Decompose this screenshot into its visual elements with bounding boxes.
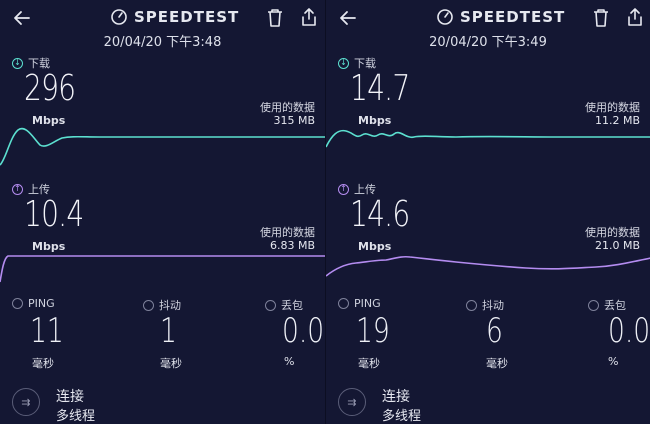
jitter-value: 1 <box>160 311 177 351</box>
test-timestamp: 20/04/20 下午3:49 <box>429 35 547 50</box>
download-arrow-icon: ↓ <box>12 57 23 69</box>
upload-arrow-icon: ↑ <box>338 183 349 195</box>
download-speed: 14.7 <box>350 68 410 109</box>
brand: SPEEDTEST <box>436 6 565 28</box>
upload-speed: 10.4 <box>24 194 84 235</box>
back-arrow-icon[interactable] <box>338 8 358 28</box>
upload-speed: 14.6 <box>350 194 410 235</box>
back-arrow-icon[interactable] <box>12 8 32 28</box>
ping-value: 19 <box>356 311 390 351</box>
connection-title: 连接 <box>56 389 84 405</box>
test-timestamp: 20/04/20 下午3:48 <box>103 35 222 50</box>
download-arrow-icon: ↓ <box>338 57 349 69</box>
share-icon[interactable] <box>300 7 318 27</box>
connection-title: 连接 <box>382 389 410 405</box>
connection-mode: 多线程 <box>382 409 422 424</box>
brand-name: SPEEDTEST <box>460 8 566 26</box>
upload-graph <box>0 255 325 283</box>
loss-value: 0.0 <box>608 311 650 351</box>
jitter-icon <box>466 299 477 311</box>
ping-label: PING <box>28 297 55 310</box>
download-graph <box>326 129 650 148</box>
brand-name: SPEEDTEST <box>134 8 240 26</box>
upload-data-label: 使用的数据 <box>585 226 640 239</box>
ping-header: PING <box>12 297 55 310</box>
loss-icon <box>588 299 599 311</box>
upload-arrow-icon: ↑ <box>12 183 23 195</box>
gauge-icon <box>111 9 127 25</box>
jitter-unit: 毫秒 <box>486 357 508 370</box>
ping-header: PING <box>338 297 381 310</box>
upload-data-label: 使用的数据 <box>260 226 315 239</box>
ping-icon <box>12 298 23 309</box>
ping-value: 11 <box>30 311 64 351</box>
result-panel-right: SPEEDTEST 20/04/20 下午3:49 ↓ 下载 14.7 Mbps… <box>325 0 650 424</box>
ping-unit: 毫秒 <box>32 357 54 370</box>
trash-icon[interactable] <box>592 8 610 28</box>
jitter-value: 6 <box>486 311 503 351</box>
download-data-label: 使用的数据 <box>585 101 640 114</box>
connection-icon[interactable]: ⇉ <box>338 388 366 416</box>
brand: SPEEDTEST <box>110 6 239 28</box>
download-data-label: 使用的数据 <box>260 101 315 114</box>
download-graph <box>0 127 325 166</box>
result-panel-left: SPEEDTEST 20/04/20 下午3:48 ↓ 下载 296 Mbps … <box>0 0 325 424</box>
connection-mode: 多线程 <box>56 409 96 424</box>
download-speed: 296 <box>24 68 76 109</box>
loss-icon <box>265 299 276 311</box>
ping-unit: 毫秒 <box>358 357 380 370</box>
ping-icon <box>338 298 349 309</box>
connection-icon[interactable]: ⇉ <box>12 388 40 416</box>
loss-unit: % <box>608 355 619 368</box>
jitter-unit: 毫秒 <box>160 357 182 370</box>
jitter-icon <box>143 299 154 311</box>
trash-icon[interactable] <box>266 8 284 28</box>
upload-graph <box>326 255 650 277</box>
ping-label: PING <box>354 297 381 310</box>
loss-unit: % <box>284 355 295 368</box>
gauge-icon <box>437 9 453 25</box>
screen: SPEEDTEST 20/04/20 下午3:48 ↓ 下载 296 Mbps … <box>0 0 650 424</box>
loss-value: 0.0 <box>282 311 325 351</box>
share-icon[interactable] <box>626 7 644 27</box>
